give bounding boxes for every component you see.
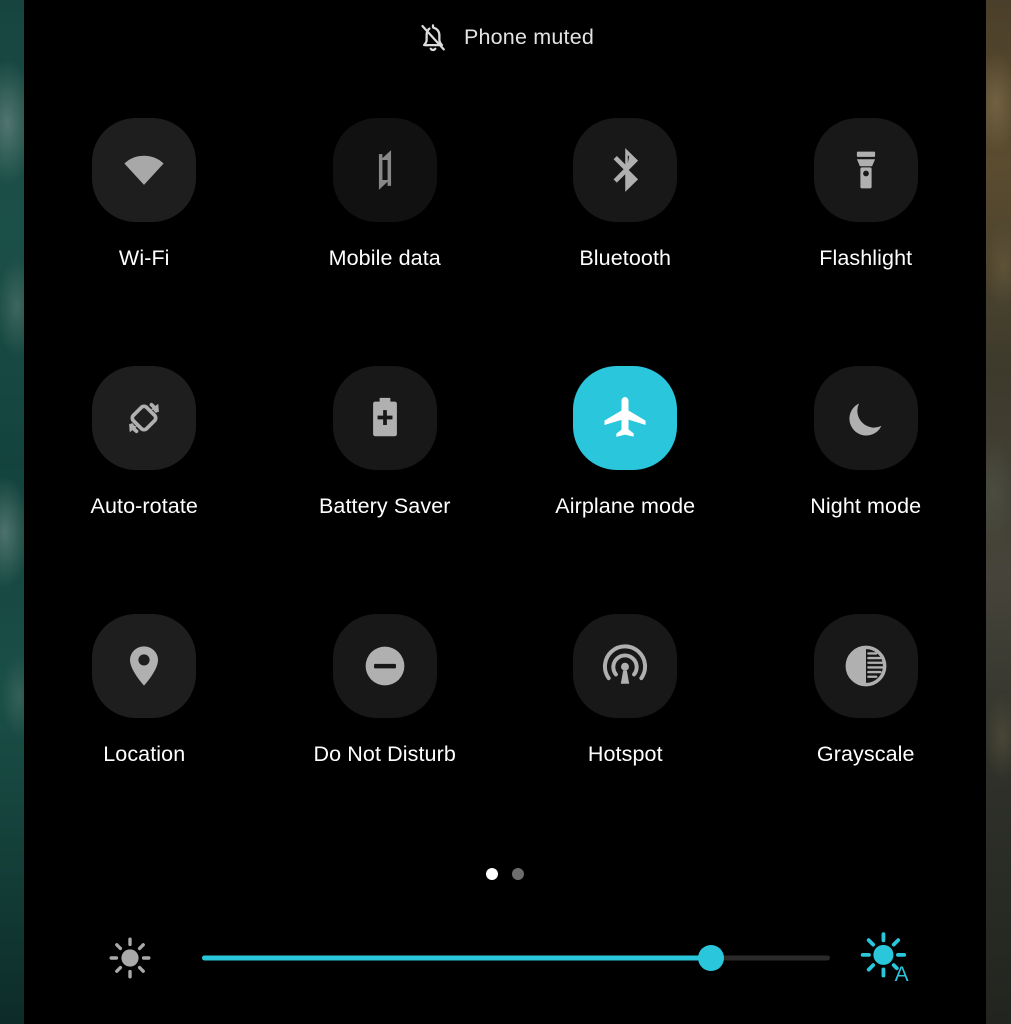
brightness-slider-thumb[interactable] (697, 945, 724, 971)
tile-night-mode-button[interactable] (813, 366, 918, 470)
wallpaper-right-edge (986, 0, 1011, 1024)
sun-low-icon[interactable] (106, 934, 154, 982)
tile-battery-saver-button[interactable] (332, 366, 437, 470)
tile-auto-rotate-button[interactable] (92, 366, 197, 470)
tile-flashlight[interactable]: Flashlight (746, 100, 987, 348)
wifi-icon (124, 155, 164, 185)
tile-airplane-mode-label: Airplane mode (555, 494, 696, 518)
tile-hotspot-button[interactable] (573, 614, 678, 718)
battery-plus-icon (372, 397, 397, 437)
sun-auto-icon[interactable]: A (858, 929, 916, 987)
tile-bluetooth[interactable]: Bluetooth (505, 100, 746, 348)
wallpaper-left-edge (0, 0, 24, 1024)
tile-mobile-data-label: Mobile data (328, 246, 441, 270)
tile-grayscale[interactable]: Grayscale (746, 596, 987, 844)
mobile-data-icon (378, 150, 391, 190)
page-indicator (24, 868, 986, 880)
tile-do-not-disturb-button[interactable] (332, 614, 437, 718)
tile-grayscale-button[interactable] (813, 614, 918, 718)
tile-hotspot-label: Hotspot (587, 742, 663, 766)
minus-circle-icon (365, 646, 405, 686)
page-dot-1[interactable] (486, 868, 498, 880)
bell-muted-icon (421, 24, 445, 52)
brightness-slider-fill (202, 955, 711, 961)
tile-night-mode-label: Night mode (810, 494, 922, 518)
status-header-text: Phone muted (463, 25, 595, 50)
tile-hotspot[interactable]: Hotspot (505, 596, 746, 844)
tile-battery-saver[interactable]: Battery Saver (265, 348, 506, 596)
tile-mobile-data-button[interactable] (332, 118, 437, 222)
tile-location-label: Location (103, 742, 186, 766)
tile-airplane-mode[interactable]: Airplane mode (505, 348, 746, 596)
tile-battery-saver-label: Battery Saver (318, 494, 451, 518)
auto-rotate-icon (129, 402, 160, 434)
tile-grayscale-label: Grayscale (816, 742, 915, 766)
tile-flashlight-button[interactable] (813, 118, 918, 222)
tile-bluetooth-label: Bluetooth (579, 246, 672, 270)
tile-do-not-disturb[interactable]: Do Not Disturb (265, 596, 506, 844)
grayscale-icon (845, 645, 887, 687)
status-header: Phone muted (24, 0, 986, 76)
airplane-icon (604, 397, 646, 437)
tile-mobile-data[interactable]: Mobile data (265, 100, 506, 348)
tile-wifi-label: Wi-Fi (118, 246, 170, 270)
bluetooth-icon (613, 148, 639, 192)
quick-settings-panel: Phone muted Wi-Fi Mobile data Bluetooth … (24, 0, 986, 1024)
sun-auto-letter: A (895, 963, 909, 986)
flashlight-icon (856, 151, 875, 189)
tile-night-mode[interactable]: Night mode (746, 348, 987, 596)
tile-auto-rotate[interactable]: Auto-rotate (24, 348, 265, 596)
brightness-row: A (24, 922, 986, 994)
tile-bluetooth-button[interactable] (573, 118, 678, 222)
tile-location-button[interactable] (92, 614, 197, 718)
tile-flashlight-label: Flashlight (819, 246, 913, 270)
tile-do-not-disturb-label: Do Not Disturb (313, 742, 456, 766)
quick-settings-screen: Phone muted Wi-Fi Mobile data Bluetooth … (0, 0, 1011, 1024)
tile-location[interactable]: Location (24, 596, 265, 844)
tile-wifi[interactable]: Wi-Fi (24, 100, 265, 348)
tile-wifi-button[interactable] (92, 118, 197, 222)
location-pin-icon (130, 646, 159, 686)
tile-auto-rotate-label: Auto-rotate (90, 494, 198, 518)
moon-icon (849, 403, 882, 436)
quick-settings-tile-grid: Wi-Fi Mobile data Bluetooth Flashlight A… (24, 100, 986, 844)
hotspot-icon (603, 644, 648, 684)
page-dot-2[interactable] (512, 868, 524, 880)
tile-airplane-mode-button[interactable] (573, 366, 678, 470)
brightness-slider[interactable] (202, 941, 830, 975)
